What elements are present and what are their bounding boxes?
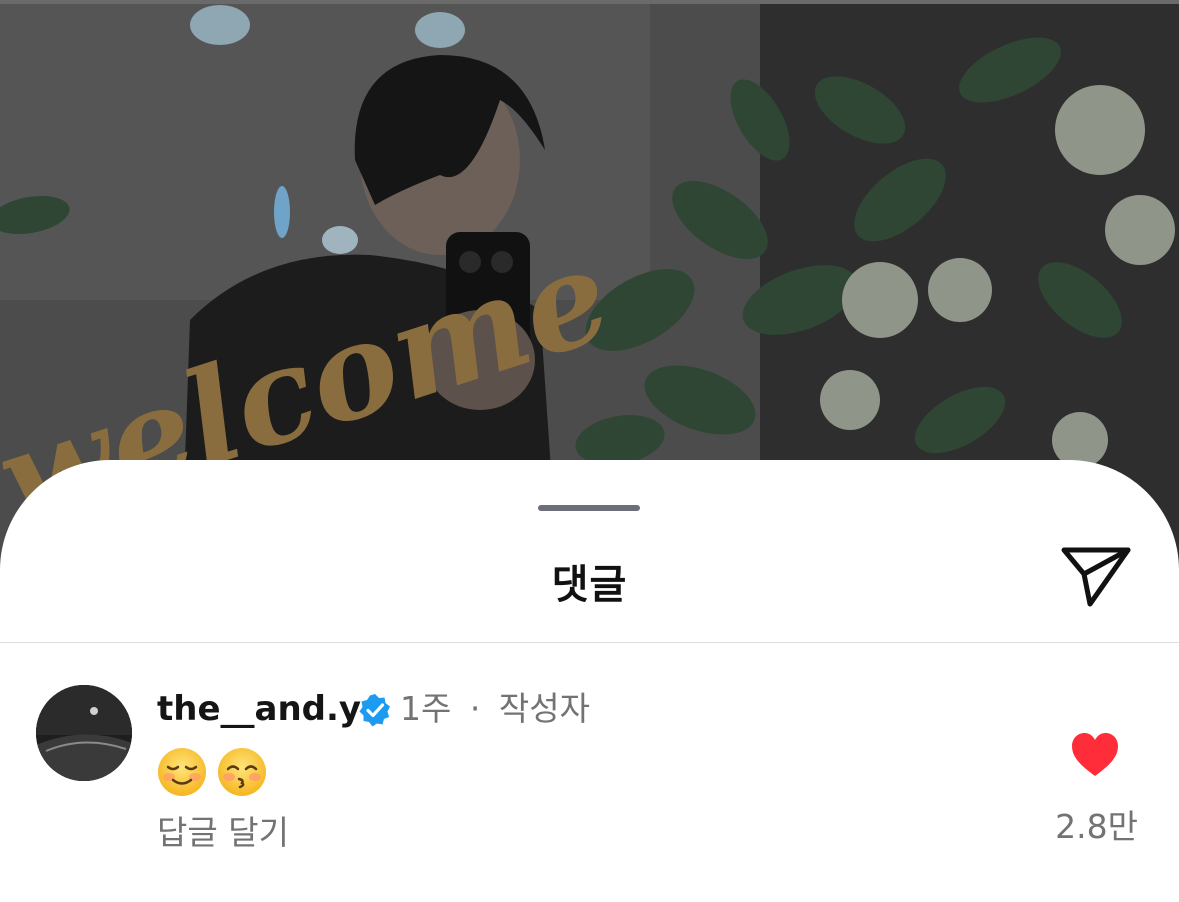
share-button[interactable] [1058,544,1134,610]
heart-filled-icon[interactable] [1070,732,1120,778]
sheet-drag-handle[interactable] [538,505,640,511]
comment-username[interactable]: the__and.y [157,688,361,730]
status-line [0,0,1179,4]
relieved-smile-emoji [158,747,206,796]
verified-badge-icon [359,694,390,727]
kissing-smile-emoji [218,747,266,796]
avatar-image [36,685,132,781]
meta-separator: · [469,689,481,728]
avatar[interactable] [36,685,132,781]
reply-button[interactable]: 답글 달기 [157,812,289,854]
comment-text [157,740,277,797]
comment-meta: 1주 · 작성자 [400,688,590,730]
comment-time: 1주 [400,689,452,728]
paper-plane-icon [1061,547,1131,607]
comments-sheet: 댓글 the__and.y 1주 · 작성자 답글 달기 2.8만 [0,460,1179,902]
author-tag: 작성자 [498,689,590,728]
header-divider [0,642,1179,643]
like-count: 2.8만 [1055,807,1138,846]
sheet-title: 댓글 [551,562,628,608]
